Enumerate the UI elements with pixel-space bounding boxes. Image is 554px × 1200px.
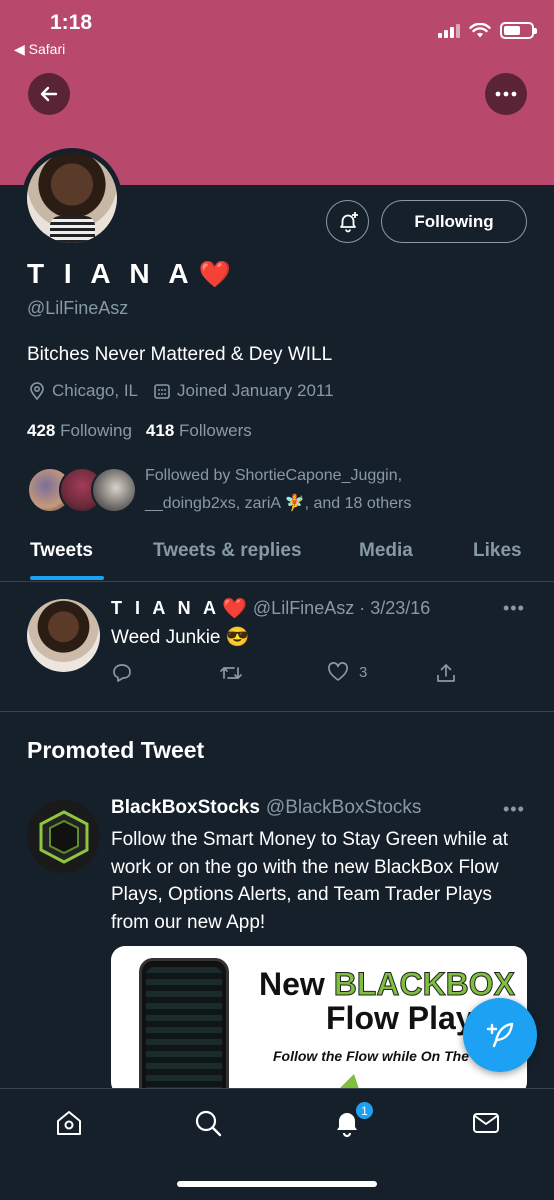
status-icons: [438, 22, 537, 39]
blackbox-cube-logo: [39, 809, 88, 864]
home-icon: [57, 1111, 81, 1135]
like-count: 3: [359, 663, 368, 681]
tweet-header: T I A N A ❤️ @LilFineAsz · 3/23/16: [111, 596, 430, 621]
share-button[interactable]: [435, 662, 457, 684]
reply-button[interactable]: [111, 662, 133, 684]
section-divider: [0, 711, 554, 712]
profile-meta: Chicago, IL Joined January 2011: [27, 381, 348, 401]
heart-outline-icon: [328, 662, 348, 681]
more-horizontal-icon: [495, 91, 517, 97]
battery-icon: [500, 22, 537, 39]
promoted-section-title: Promoted Tweet: [27, 737, 205, 763]
back-to-safari-link[interactable]: ◀ Safari: [14, 41, 65, 58]
bell-plus-icon: [339, 211, 358, 232]
nav-home[interactable]: [53, 1107, 85, 1139]
location-pin-icon: [30, 382, 44, 401]
search-icon: [195, 1110, 222, 1137]
profile-handle: @LilFineAsz: [27, 298, 129, 318]
location: Chicago, IL: [27, 381, 138, 401]
card-line1-prefix: New: [259, 966, 334, 1002]
promo-header: BlackBoxStocks @BlackBoxStocks: [111, 797, 421, 819]
notifications-bell-button[interactable]: [326, 200, 369, 243]
profile-photo: [27, 153, 117, 243]
mutual-avatar: [91, 467, 137, 513]
card-tagline: Follow the Flow while On The Go!: [273, 1048, 497, 1064]
heart-emoji: ❤️: [198, 258, 231, 289]
followers-stat[interactable]: 418 Followers: [146, 421, 252, 441]
mail-icon: [473, 1113, 499, 1133]
wifi-icon: [469, 22, 491, 37]
promo-author-name[interactable]: BlackBoxStocks: [111, 797, 260, 819]
like-button[interactable]: 3: [327, 662, 367, 682]
profile-name: T I A N A ❤️: [27, 258, 231, 290]
compose-feather-icon: [486, 1022, 514, 1048]
followers-count: 418: [145, 421, 175, 440]
arrow-left-icon: [40, 86, 58, 102]
tab-tweets-replies[interactable]: Tweets & replies: [153, 540, 302, 562]
heart-emoji: ❤️: [222, 598, 247, 620]
status-time: 1:18: [50, 11, 93, 34]
more-options-button[interactable]: [485, 73, 527, 115]
promo-avatar[interactable]: [27, 800, 100, 873]
retweet-button[interactable]: [219, 662, 243, 684]
tab-likes[interactable]: Likes: [473, 540, 522, 562]
followed-by-text: Followed by ShortieCapone_Juggin, __doin…: [145, 467, 412, 512]
joined-text: Joined January 2011: [177, 381, 334, 400]
follow-stats: 428 Following 418 Followers: [27, 421, 252, 441]
profile-tabs: Tweets Tweets & replies Media Likes: [0, 530, 554, 582]
notification-badge: 1: [354, 1100, 375, 1121]
phone-mockup-image: [139, 958, 229, 1096]
tab-media[interactable]: Media: [359, 540, 413, 562]
tweet-author-name[interactable]: T I A N A: [111, 598, 220, 619]
tweet-handle-date: @LilFineAsz · 3/23/16: [252, 598, 431, 618]
promo-handle: @BlackBoxStocks: [265, 797, 422, 818]
home-indicator[interactable]: [177, 1181, 377, 1187]
tweet-more-button[interactable]: •••: [503, 598, 525, 619]
tab-tweets[interactable]: Tweets: [30, 540, 93, 562]
joined-date: Joined January 2011: [152, 381, 334, 401]
active-tab-indicator: [30, 576, 104, 580]
profile-bio: Bitches Never Mattered & Dey WILL: [27, 344, 333, 365]
profile-avatar[interactable]: [22, 148, 122, 248]
card-brand: BLACKBOX: [333, 966, 516, 1003]
nav-messages[interactable]: [470, 1107, 502, 1139]
mutual-avatars: [27, 467, 137, 513]
following-stat[interactable]: 428 Following: [27, 421, 132, 441]
tweet-avatar[interactable]: [27, 599, 100, 672]
share-icon: [437, 664, 455, 682]
promo-more-button[interactable]: •••: [503, 799, 525, 820]
tweet-actions: 3: [111, 662, 471, 688]
promo-text: Follow the Smart Money to Stay Green whi…: [111, 829, 509, 933]
location-text: Chicago, IL: [52, 381, 138, 400]
cellular-signal-icon: [438, 23, 460, 38]
following-count: 428: [27, 421, 56, 440]
calendar-icon: [154, 384, 170, 399]
followers-label: Followers: [179, 421, 252, 440]
back-button[interactable]: [28, 73, 70, 115]
reply-icon: [113, 664, 131, 682]
following-label: Following: [60, 421, 132, 440]
card-headline: New BLACKBOX: [259, 966, 516, 1003]
profile-name-text: T I A N A: [27, 258, 195, 289]
following-button[interactable]: Following: [381, 200, 527, 243]
nav-search[interactable]: [192, 1107, 224, 1139]
retweet-icon: [220, 667, 242, 679]
tweet-text: Weed Junkie 😎: [111, 627, 250, 648]
compose-tweet-button[interactable]: [463, 998, 537, 1072]
followed-by[interactable]: Followed by ShortieCapone_Juggin, __doin…: [27, 462, 465, 518]
